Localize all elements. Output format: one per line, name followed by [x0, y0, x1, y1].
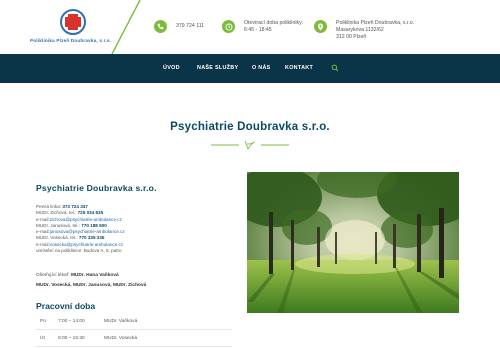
address-line1: Poliklinika Plzeň Doubravka, s.r.o. [336, 20, 415, 26]
page-title: Psychiatrie Doubravka s.r.o. [170, 121, 330, 133]
clock-icon [222, 20, 235, 33]
zichova-phone-label: MUDr. Zichová, tel.: [36, 210, 77, 216]
nav-item-uvod[interactable]: ÚVOD [163, 65, 180, 71]
zichova-email-label: e-mail: [36, 216, 50, 222]
hours-day: Po [40, 319, 46, 324]
address-line2: Masarykova 1132/62 [336, 27, 384, 33]
phone-number[interactable]: 379 724 111 [176, 23, 204, 30]
hours-table: Po 7:00 – 14:00 MUDr. Vaňková Út 8:00 – … [36, 313, 232, 347]
logo-cross-bar [65, 17, 81, 27]
contact-block: Pevná linka: 373 724 347 MUDr. Zichová, … [36, 204, 125, 254]
park-photo [247, 172, 459, 313]
table-row: Út 8:00 – 15:30 MUDr. Vosecká [36, 330, 232, 347]
janusova-phone[interactable]: 770 188 500 [81, 223, 107, 228]
location-line: umístění na poliklinice: Budova A, 5. pa… [36, 248, 122, 254]
logo[interactable]: Poliklinika Plzeň Doubravka, s.r.o. [0, 0, 150, 54]
location-pin-icon [314, 20, 327, 33]
main-nav: ÚVOD NAŠE SLUŽBY O NÁS KONTAKT [0, 54, 500, 83]
doctor-name: MUDr. Hana Vaňková [70, 273, 119, 278]
header-hours: Otevírací doba polikliniky: 6:45 - 18:45 [222, 20, 303, 34]
logo-text: Poliklinika Plzeň Doubravka, s.r.o. [30, 38, 112, 43]
hours-time: 8:00 – 15:30 [58, 336, 85, 341]
vosecka-phone-label: MUDr. Vosecká, tel.: [36, 235, 78, 241]
doctors-label: Ošetřující lékař: [36, 273, 70, 278]
nav-item-kontakt[interactable]: KONTAKT [285, 65, 313, 71]
section-heading: Psychiatrie Doubravka s.r.o. [36, 183, 157, 193]
zichova-phone[interactable]: 725 034 635 [78, 210, 104, 215]
doctors-line: Ošetřující lékař: MUDr. Hana Vaňková [36, 271, 146, 281]
vosecka-phone[interactable]: 770 335 335 [79, 235, 105, 240]
zichova-email-link[interactable]: zichova@psychiatrie-ambulance.cz [50, 217, 122, 222]
header-address: Poliklinika Plzeň Doubravka, s.r.o. Masa… [314, 20, 414, 41]
hours-label: Otevírací doba polikliniky: [244, 20, 304, 26]
doctors-block: Ošetřující lékař: MUDr. Hana Vaňková MUD… [36, 271, 146, 291]
janusova-email-link[interactable]: janusova@psychiatrie-ambulance.cz [50, 229, 125, 234]
site-header: Poliklinika Plzeň Doubravka, s.r.o. 379 … [0, 0, 500, 54]
search-icon[interactable] [331, 64, 339, 72]
vosecka-email-label: e-mail: [36, 241, 50, 247]
vosecka-email-link[interactable]: vosecka@psychiatrie-ambulance.cz [50, 242, 123, 247]
header-phone: 379 724 111 [154, 20, 204, 33]
janusova-email-label: e-mail: [36, 229, 50, 235]
phone-icon [154, 20, 167, 33]
address-line3: 312 00 Plzeň [336, 34, 367, 40]
landline-number[interactable]: 373 724 347 [62, 204, 88, 209]
address-text: Poliklinika Plzeň Doubravka, s.r.o. Masa… [336, 20, 414, 41]
hours-doctor: MUDr. Vaňková [104, 319, 138, 324]
hours-day: Út [40, 336, 45, 341]
hours-time: 7:00 – 14:00 [58, 319, 85, 324]
janusova-phone-label: MUDr. Janusová, tel.: [36, 222, 80, 228]
nav-item-o-nas[interactable]: O NÁS [252, 65, 271, 71]
landline-label: Pevná linka: [36, 204, 62, 209]
title-divider-icon [211, 140, 289, 150]
nav-item-nase-sluzby[interactable]: NAŠE SLUŽBY [197, 65, 238, 71]
hours-doctor: MUDr. Vosecká [104, 336, 138, 341]
doctors-list: MUDr. Vosecká, MUDr. Janusová, MUDr. Zic… [36, 283, 147, 288]
hours-value: 6:45 - 18:45 [244, 27, 272, 33]
table-row: Po 7:00 – 14:00 MUDr. Vaňková [36, 313, 232, 330]
hours-heading: Pracovní doba [36, 301, 96, 311]
hours-text: Otevírací doba polikliniky: 6:45 - 18:45 [244, 20, 303, 34]
